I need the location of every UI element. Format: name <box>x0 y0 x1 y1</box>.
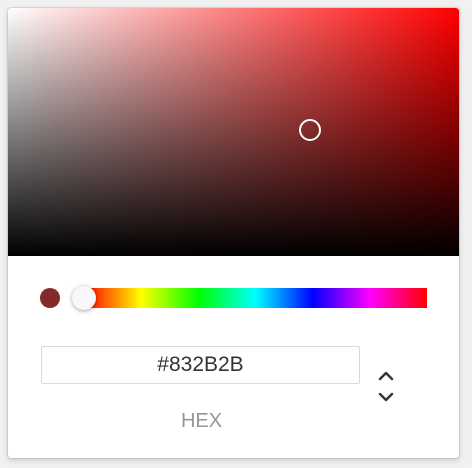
color-picker: HEX <box>8 8 459 458</box>
hue-slider-thumb[interactable] <box>72 286 96 310</box>
hue-slider[interactable] <box>72 286 427 310</box>
saturation-black-overlay <box>8 8 459 256</box>
format-toggle-button[interactable] <box>372 368 402 408</box>
saturation-pointer[interactable] <box>299 118 322 141</box>
saturation-area[interactable] <box>8 8 459 256</box>
color-preview-swatch <box>40 288 60 308</box>
chevron-up-down-icon <box>378 371 394 402</box>
hex-format-label: HEX <box>180 410 223 432</box>
hex-input[interactable] <box>41 346 360 384</box>
